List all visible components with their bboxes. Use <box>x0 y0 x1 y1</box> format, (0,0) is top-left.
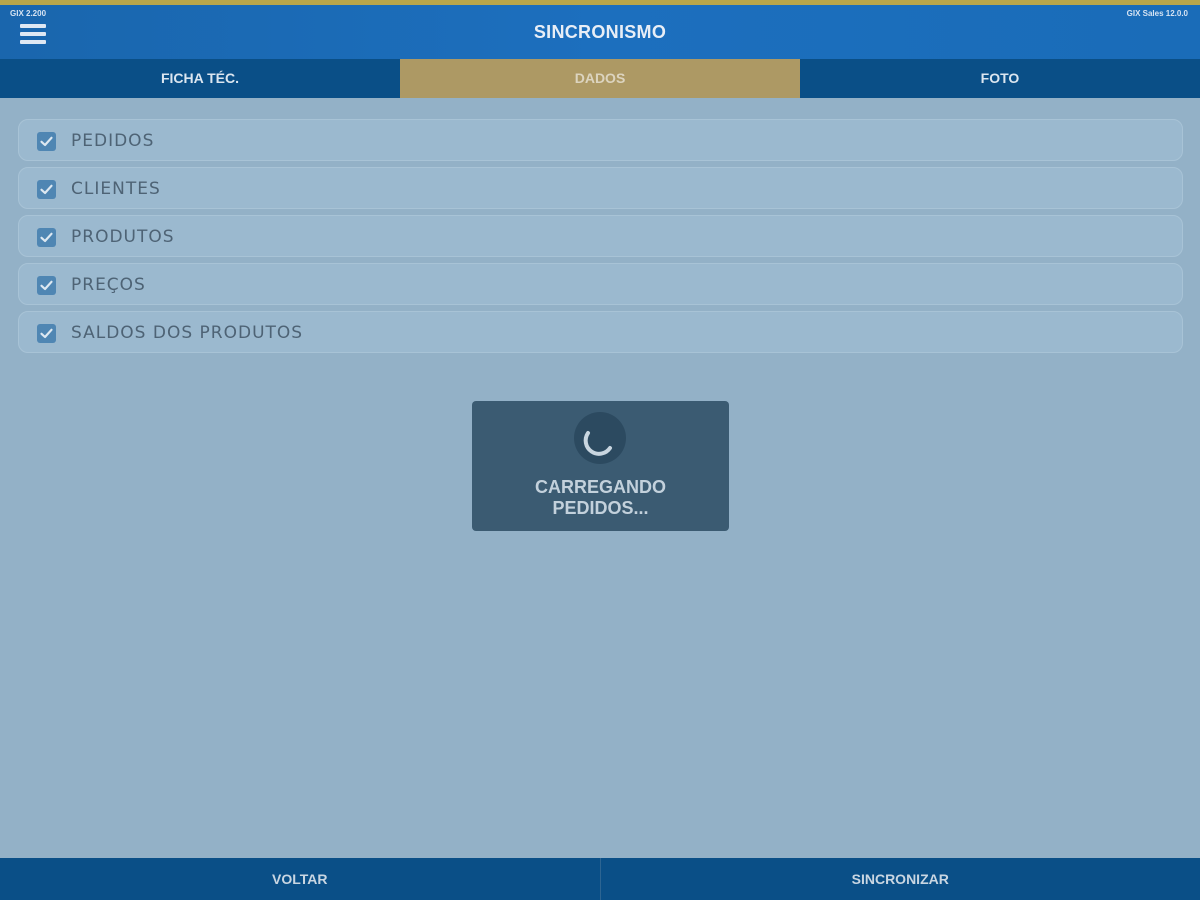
back-button[interactable]: VOLTAR <box>0 858 600 900</box>
option-produtos[interactable]: PRODUTOS <box>18 215 1183 257</box>
loading-message: CARREGANDO PEDIDOS... <box>472 477 729 519</box>
option-label: PREÇOS <box>71 275 146 295</box>
option-pedidos[interactable]: PEDIDOS <box>18 119 1183 161</box>
loading-spinner-icon <box>573 411 627 465</box>
option-label: CLIENTES <box>71 179 161 199</box>
tab-ficha-tecnica[interactable]: FICHA TÉC. <box>0 59 400 98</box>
checkmark-icon[interactable] <box>37 276 56 295</box>
checkmark-icon[interactable] <box>37 324 56 343</box>
checkmark-icon[interactable] <box>37 180 56 199</box>
tab-foto[interactable]: FOTO <box>800 59 1200 98</box>
checkmark-icon[interactable] <box>37 228 56 247</box>
sync-options-list: PEDIDOS CLIENTES PRODUTOS PREÇOS SALDOS … <box>18 119 1183 359</box>
option-label: PRODUTOS <box>71 227 175 247</box>
option-precos[interactable]: PREÇOS <box>18 263 1183 305</box>
option-label: PEDIDOS <box>71 131 155 151</box>
loading-line-2: PEDIDOS... <box>552 498 649 518</box>
tab-bar: FICHA TÉC. DADOS FOTO <box>0 59 1200 98</box>
tab-dados[interactable]: DADOS <box>400 59 800 98</box>
sync-button[interactable]: SINCRONIZAR <box>601 858 1200 900</box>
option-clientes[interactable]: CLIENTES <box>18 167 1183 209</box>
app-header: GIX 2.200 GIX Sales 12.0.0 SINCRONISMO <box>0 5 1200 59</box>
checkmark-icon[interactable] <box>37 132 56 151</box>
page-title: SINCRONISMO <box>533 22 667 42</box>
loading-dialog: CARREGANDO PEDIDOS... <box>472 401 729 531</box>
loading-line-1: CARREGANDO <box>534 477 666 497</box>
bottom-action-bar: VOLTAR SINCRONIZAR <box>0 858 1200 900</box>
option-saldos-dos-produtos[interactable]: SALDOS DOS PRODUTOS <box>18 311 1183 353</box>
option-label: SALDOS DOS PRODUTOS <box>71 323 304 343</box>
